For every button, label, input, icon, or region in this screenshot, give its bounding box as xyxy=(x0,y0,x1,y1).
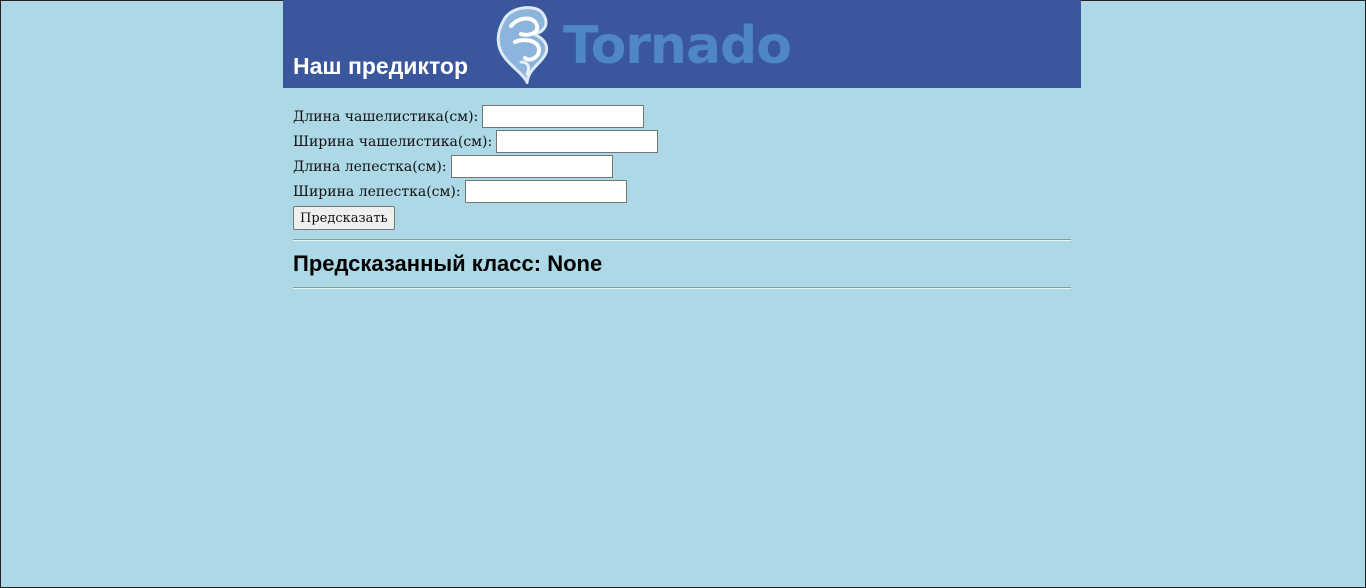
field-row-sepal-length: Длина чашелистика(см): xyxy=(293,104,1071,129)
header-banner: Наш предиктор Tornado xyxy=(283,0,1081,88)
sepal-width-label: Ширина чашелистика(см): xyxy=(293,133,493,150)
prediction-result: Предсказанный класс: None xyxy=(293,251,603,276)
petal-width-input[interactable] xyxy=(464,180,627,203)
tornado-logo-icon xyxy=(496,6,549,84)
sepal-length-label: Длина чашелистика(см): xyxy=(293,108,479,125)
prediction-form: Длина чашелистика(см): Ширина чашелистик… xyxy=(283,88,1081,231)
predict-button[interactable]: Предсказать xyxy=(293,206,395,230)
submit-row: Предсказать xyxy=(293,205,1071,231)
petal-width-label: Ширина лепестка(см): xyxy=(293,183,461,200)
field-row-sepal-width: Ширина чашелистика(см): xyxy=(293,129,1071,154)
sepal-length-input[interactable] xyxy=(482,105,645,128)
sepal-width-input[interactable] xyxy=(496,130,659,153)
logo-wordmark: Tornado xyxy=(563,16,792,76)
tornado-logo: Tornado xyxy=(493,4,793,84)
divider-bottom xyxy=(293,287,1071,289)
page-title: Наш предиктор xyxy=(293,53,469,79)
petal-length-label: Длина лепестка(см): xyxy=(293,158,447,175)
petal-length-input[interactable] xyxy=(450,155,613,178)
divider-top xyxy=(293,239,1071,241)
field-row-petal-length: Длина лепестка(см): xyxy=(293,154,1071,179)
page-container: Наш предиктор Tornado Длина чашелистика(… xyxy=(283,0,1081,289)
field-row-petal-width: Ширина лепестка(см): xyxy=(293,179,1071,204)
